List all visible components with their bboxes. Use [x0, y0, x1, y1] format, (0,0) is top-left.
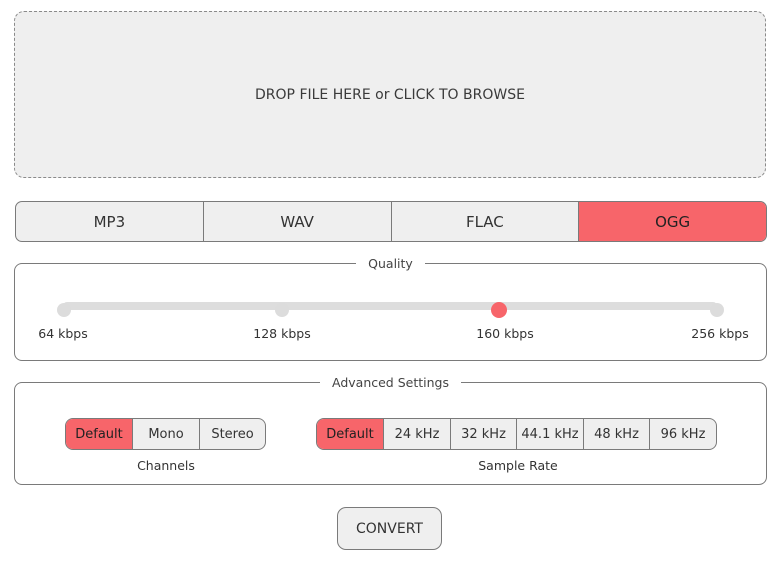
sample-rate-option-32khz[interactable]: 32 kHz — [451, 419, 517, 449]
channels-selector: Default Mono Stereo — [65, 418, 266, 450]
quality-label-128: 128 kbps — [253, 326, 311, 341]
quality-stop-64[interactable] — [57, 303, 71, 317]
quality-label-256: 256 kbps — [691, 326, 749, 341]
sample-rate-option-44-1khz[interactable]: 44.1 kHz — [517, 419, 584, 449]
quality-label-64: 64 kbps — [38, 326, 88, 341]
channels-option-stereo[interactable]: Stereo — [200, 419, 265, 449]
sample-rate-caption: Sample Rate — [478, 458, 558, 473]
quality-legend: Quality — [368, 256, 413, 271]
format-button-ogg[interactable]: OGG — [579, 202, 766, 241]
sample-rate-selector: Default 24 kHz 32 kHz 44.1 kHz 48 kHz 96… — [316, 418, 717, 450]
dropzone-label: DROP FILE HERE or CLICK TO BROWSE — [255, 86, 525, 103]
quality-slider-track[interactable] — [63, 302, 717, 310]
channels-option-mono[interactable]: Mono — [133, 419, 200, 449]
format-button-mp3[interactable]: MP3 — [16, 202, 204, 241]
quality-stop-128[interactable] — [275, 303, 289, 317]
advanced-settings-legend: Advanced Settings — [332, 375, 449, 390]
quality-label-160: 160 kbps — [476, 326, 534, 341]
sample-rate-option-24khz[interactable]: 24 kHz — [384, 419, 451, 449]
quality-stop-256[interactable] — [710, 303, 724, 317]
sample-rate-option-96khz[interactable]: 96 kHz — [650, 419, 716, 449]
format-selector: MP3 WAV FLAC OGG — [15, 201, 767, 242]
channels-caption: Channels — [137, 458, 195, 473]
channels-option-default[interactable]: Default — [66, 419, 133, 449]
convert-button[interactable]: CONVERT — [337, 507, 442, 550]
sample-rate-option-default[interactable]: Default — [317, 419, 384, 449]
format-button-wav[interactable]: WAV — [204, 202, 392, 241]
quality-slider-thumb[interactable] — [491, 302, 507, 318]
sample-rate-option-48khz[interactable]: 48 kHz — [584, 419, 650, 449]
format-button-flac[interactable]: FLAC — [392, 202, 580, 241]
file-dropzone[interactable]: DROP FILE HERE or CLICK TO BROWSE — [14, 11, 766, 178]
